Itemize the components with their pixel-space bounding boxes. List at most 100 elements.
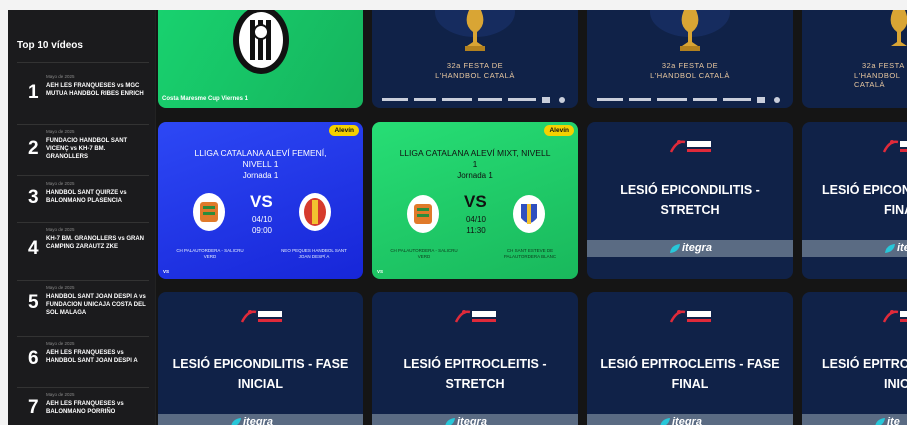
lesson-title-line-2: STRETCH (660, 203, 720, 217)
match-round: Jornada 1 (242, 171, 279, 180)
festa-line-2: L'HANDBOL CATALÀ (854, 71, 901, 89)
video-card-festa-handbol-3[interactable]: 32a FESTA DE L'HANDBOL CATALÀ (802, 10, 907, 108)
divider (17, 222, 149, 223)
match-date: 04/10 (251, 215, 273, 224)
lesson-title-line-2: FINAL (671, 377, 709, 391)
item-date: Mayo de 2025 (46, 341, 75, 346)
top-videos-sidebar: Top 10 vídeos 1 Mayo de 2025 AEH LES FRA… (8, 10, 156, 425)
top-video-item-2[interactable]: 2 Mayo de 2025 FUNDACIO HANDBOL SANT VIC… (8, 126, 155, 180)
item-date: Mayo de 2025 (46, 285, 75, 290)
video-card-lesio-epitrocleitis-inicial[interactable]: LESIÓ EPITROC INICI ite (802, 292, 907, 425)
fch-logo-icon (882, 140, 907, 153)
rank-number: 5 (28, 292, 39, 313)
lesson-title-line-2: INICI (884, 377, 907, 391)
team-crest-left-icon (193, 193, 225, 231)
match-title-line-1: LLIGA CATALANA ALEVÍ FEMENÍ, (194, 148, 327, 158)
team-left-name: CH PALAUTORDERA - SALICRU VERD (176, 248, 244, 259)
divider (17, 387, 149, 388)
lesson-title-line-1: LESIÓ EPITROCLEITIS - FASE (600, 357, 780, 371)
video-title: Costa Maresme Cup Viernes 1 (162, 96, 248, 102)
brand-name: itegra (682, 242, 712, 254)
item-title: HANDBOL SANT JOAN DESPI A vs FUNDACION U… (46, 294, 146, 316)
top-video-item-4[interactable]: 4 Mayo de 2025 KH-7 BM. GRANOLLERS vs GR… (8, 224, 155, 278)
item-date: Mayo de 2025 (46, 227, 75, 232)
match-date: 04/10 (465, 215, 487, 224)
item-title: AEH LES FRANQUESES vs MGC MUTUA HANDBOL … (46, 83, 144, 97)
video-card-alevi-femeni[interactable]: Alevín LLIGA CATALANA ALEVÍ FEMENÍ, NIVE… (158, 122, 363, 279)
video-card-festa-handbol-2[interactable]: 32a FESTA DE L'HANDBOL CATALÀ (587, 10, 793, 108)
top-video-item-1[interactable]: 1 Mayo de 2025 AEH LES FRANQUESES vs MGC… (8, 70, 155, 124)
lesson-title-line-1: LESIÓ EPICONDILITIS - FASE (172, 357, 349, 371)
lesson-title-line-1: LESIÓ EPITROCLEITIS - (403, 357, 547, 371)
trophy-icon (650, 10, 730, 51)
team-right-name: NEO PEQUES HANDBOL SANT JOAN DESPÍ A (281, 248, 347, 259)
rank-number: 1 (28, 82, 39, 103)
brand-band: itegra (372, 414, 578, 425)
sponsor-logos-icon (382, 97, 565, 103)
app-frame: Top 10 vídeos 1 Mayo de 2025 AEH LES FRA… (8, 10, 907, 425)
brand-band: itegra (587, 414, 793, 425)
video-card-lesio-epicondilitis-final[interactable]: LESIÓ EPICOND FINA ite (802, 122, 907, 279)
top-video-item-5[interactable]: 5 Mayo de 2025 HANDBOL SANT JOAN DESPI A… (8, 282, 155, 336)
item-date: Mayo de 2025 (46, 129, 75, 134)
lesson-title-line-1: LESIÓ EPICOND (822, 183, 907, 197)
corner-logo: VS (377, 269, 384, 274)
fch-logo-icon (454, 310, 496, 323)
lesson-title-line-2: FINA (884, 203, 907, 217)
festa-line-1: 32a FESTA DE (446, 61, 504, 70)
video-card-alevi-mixt[interactable]: Alevín LLIGA CATALANA ALEVÍ MIXT, NIVELL… (372, 122, 578, 279)
festa-line-2: L'HANDBOL CATALÀ (435, 71, 515, 80)
video-card-costa-maresme[interactable]: Costa Maresme Cup Viernes 1 (158, 10, 363, 108)
corner-logo: VS (163, 269, 170, 274)
trophy-icon (435, 10, 515, 51)
festa-line-2: L'HANDBOL CATALÀ (650, 71, 730, 80)
brand-name: ite (897, 242, 907, 254)
item-date: Mayo de 2025 (46, 74, 75, 79)
rank-number: 2 (28, 138, 39, 159)
item-date: Mayo de 2025 (46, 392, 75, 397)
fch-logo-icon (669, 140, 711, 153)
integra-leaf-icon (445, 418, 455, 425)
brand-band: ite (802, 240, 907, 257)
team-left-name: CH PALAUTORDERA - SALICRU VERD (390, 248, 458, 259)
item-title: KH-7 BM. GRANOLLERS vs GRAN CAMPING ZARA… (46, 236, 145, 250)
video-card-lesio-epicondilitis-inicial[interactable]: LESIÓ EPICONDILITIS - FASE INICIAL itegr… (158, 292, 363, 425)
lesson-title-line-1: LESIÓ EPITROC (822, 357, 907, 371)
integra-leaf-icon (885, 244, 895, 253)
match-time: 11:30 (466, 226, 486, 235)
top-video-item-6[interactable]: 6 Mayo de 2025 AEH LES FRANQUESES vs HAN… (8, 338, 155, 392)
item-title: AEH LES FRANQUESES vs HANDBOL SANT JOAN … (46, 350, 138, 364)
item-title: AEH LES FRANQUESES vs BALONMANO PORRIÑO (46, 401, 124, 415)
category-badge: Alevín (544, 125, 574, 136)
integra-leaf-icon (670, 244, 680, 253)
divider (17, 62, 149, 63)
video-card-lesio-epicondilitis-stretch[interactable]: LESIÓ EPICONDILITIS - STRETCH itegra (587, 122, 793, 279)
match-round: Jornada 1 (457, 171, 493, 180)
video-card-lesio-epitrocleitis-final[interactable]: LESIÓ EPITROCLEITIS - FASE FINAL itegra (587, 292, 793, 425)
sponsor-logos-icon (597, 97, 780, 103)
versus-label: VS (250, 192, 273, 211)
brand-name: itegra (243, 416, 273, 425)
team-crest-right-icon (513, 195, 545, 233)
brand-name: itegra (457, 416, 487, 425)
rank-number: 7 (28, 397, 39, 418)
lesson-title-line-2: INICIAL (237, 377, 284, 391)
integra-leaf-icon (875, 418, 885, 425)
team-right-name: CH SANT ESTEVE DE PALAUTORDERA BLANC (503, 248, 557, 259)
fch-logo-icon (240, 310, 282, 323)
item-title: FUNDACIO HANDBOL SANT VICENÇ vs KH-7 BM.… (46, 138, 128, 160)
festa-line-1: 32a FESTA DE (862, 61, 907, 70)
match-title-line-2: 1 (472, 159, 478, 169)
video-card-lesio-epitrocleitis-stretch[interactable]: LESIÓ EPITROCLEITIS - STRETCH itegra (372, 292, 578, 425)
divider (17, 280, 149, 281)
team-crest-right-icon (299, 193, 331, 231)
brand-band: ite (802, 414, 907, 425)
club-crest-icon (233, 10, 289, 74)
video-card-festa-handbol-1[interactable]: 32a FESTA DE L'HANDBOL CATALÀ (372, 10, 578, 108)
match-title-line-1: LLIGA CATALANA ALEVÍ MIXT, NIVELL (399, 148, 551, 158)
item-title: HANDBOL SANT QUIRZE vs BALONMANO PLASENC… (46, 190, 127, 204)
match-title-line-2: NIVELL 1 (242, 159, 279, 169)
team-crest-left-icon (407, 195, 439, 233)
top-video-item-7[interactable]: 7 Mayo de 2025 AEH LES FRANQUESES vs BAL… (8, 389, 155, 425)
versus-label: VS (464, 192, 487, 211)
